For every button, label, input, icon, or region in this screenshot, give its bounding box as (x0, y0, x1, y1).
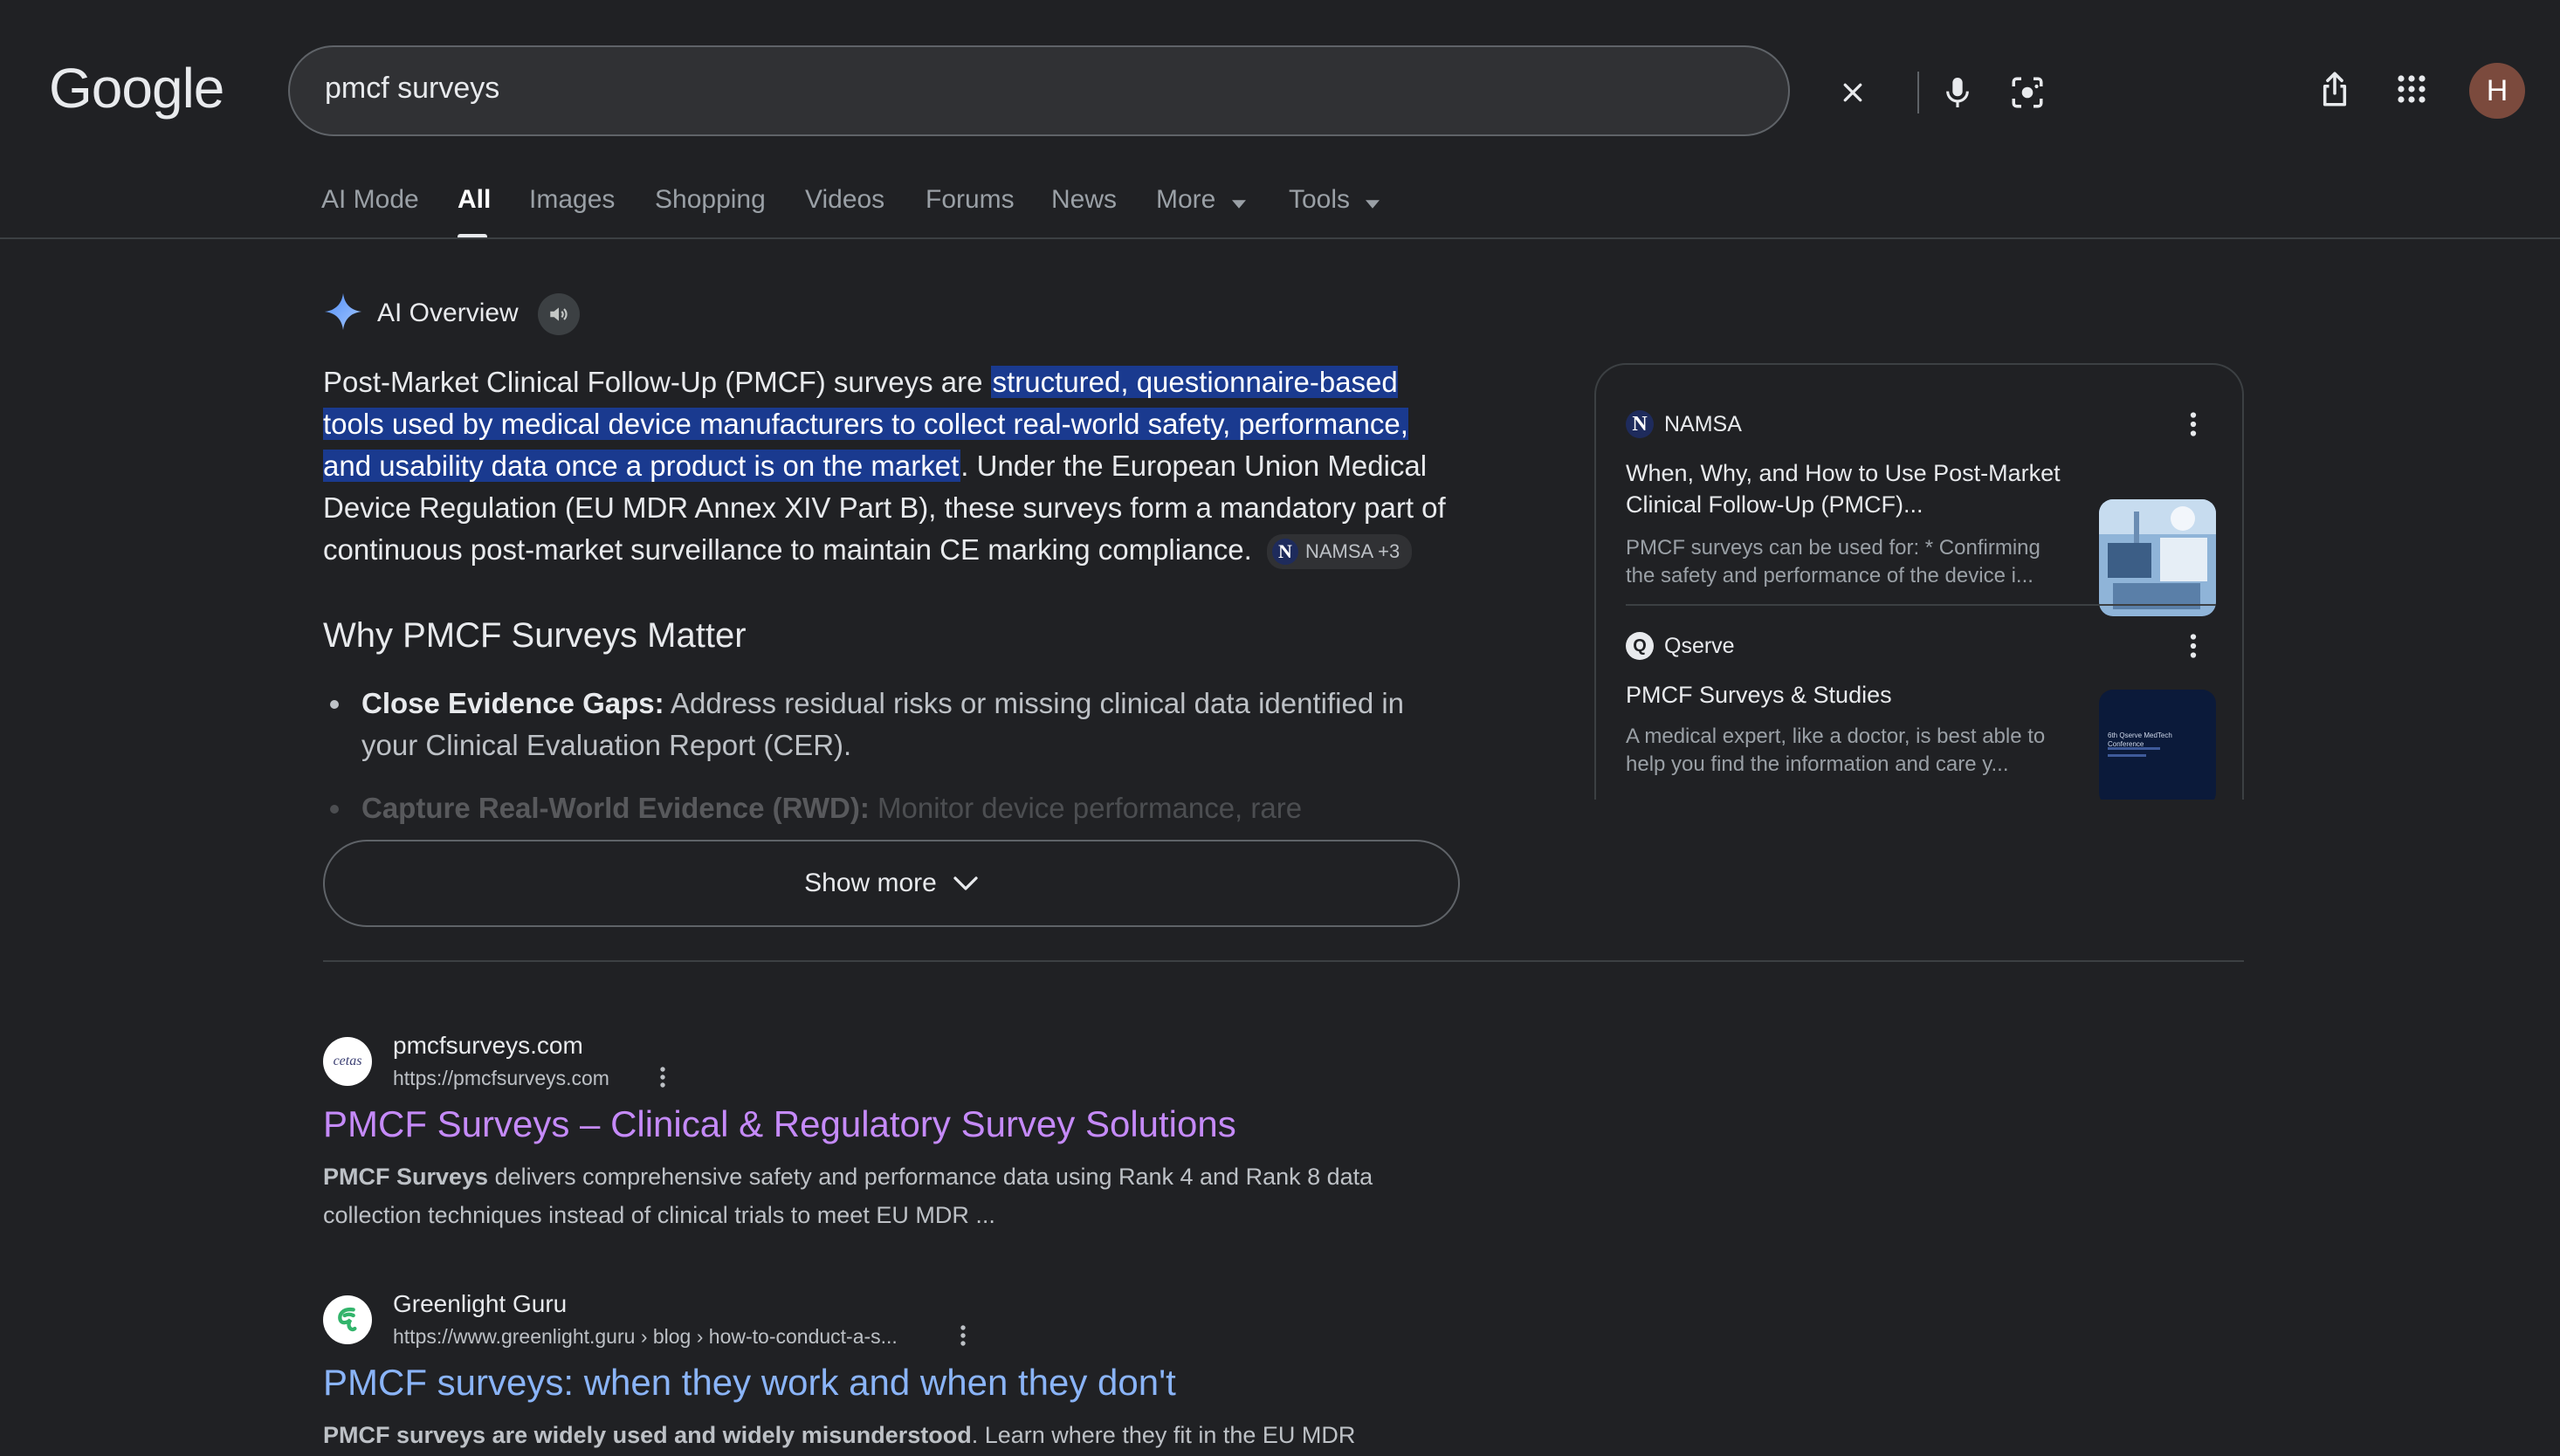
list-item: Capture Real-World Evidence (RWD): Monit… (323, 787, 1458, 829)
more-options-icon[interactable] (950, 1320, 976, 1351)
chevron-down-icon (953, 876, 978, 890)
ai-overview-header: AI Overview (323, 292, 519, 335)
search-box[interactable]: pmcf surveys (288, 45, 2043, 136)
source-snippet: PMCF surveys can be used for: * Confirmi… (1626, 536, 2040, 587)
snippet-text: . Learn where they fit in the EU MDR (971, 1422, 1356, 1448)
ai-intro-plain: Post-Market Clinical Follow-Up (PMCF) su… (323, 366, 991, 398)
more-options-icon[interactable] (2178, 630, 2209, 662)
apps-icon[interactable] (2385, 63, 2438, 115)
tab-forums[interactable]: Forums (926, 185, 1015, 215)
site-favicon[interactable] (323, 1295, 372, 1344)
caret-down-icon (1231, 186, 1246, 216)
section-divider (323, 960, 2244, 962)
show-more-label: Show more (804, 869, 937, 897)
thumbnail-decoration (2108, 747, 2160, 750)
tab-ai-mode[interactable]: AI Mode (321, 185, 419, 215)
result-title-link[interactable]: PMCF Surveys – Clinical & Regulatory Sur… (323, 1103, 1236, 1145)
ai-sources-panel: N NAMSA When, Why, and How to Use Post-M… (1594, 363, 2244, 800)
search-result: cetas pmcfsurveys.com https://pmcfsurvey… (323, 1032, 1502, 1238)
source-chip[interactable]: N NAMSA +3 (1267, 534, 1413, 570)
source-site-name: Qserve (1664, 633, 1735, 658)
result-snippet: PMCF Surveys delivers comprehensive safe… (323, 1157, 1467, 1234)
source-snippet: A medical expert, like a doctor, is best… (1626, 725, 2046, 776)
snippet-bold: PMCF Surveys (323, 1164, 489, 1190)
result-url[interactable]: https://pmcfsurveys.com (393, 1067, 609, 1090)
caret-down-icon (1366, 186, 1380, 216)
thumbnail-text: 6th Qserve MedTech Conference (2108, 731, 2172, 748)
source-site-name: NAMSA (1664, 411, 1742, 436)
search-input[interactable]: pmcf surveys (325, 72, 499, 106)
tab-tools[interactable]: Tools (1289, 185, 1380, 216)
source-site: N NAMSA (1626, 407, 2216, 442)
source-divider (1626, 604, 2216, 606)
greenlight-logo-icon (331, 1303, 364, 1336)
site-favicon[interactable]: cetas (323, 1037, 372, 1086)
result-site-name[interactable]: pmcfsurveys.com (393, 1032, 583, 1060)
result-title-link[interactable]: PMCF surveys: when they work and when th… (323, 1362, 1176, 1404)
source-title[interactable]: When, Why, and How to Use Post-Market Cl… (1626, 457, 2062, 520)
source-thumbnail[interactable] (2099, 499, 2216, 616)
bullet-bold: Capture Real-World Evidence (RWD): (361, 792, 870, 824)
tab-images[interactable]: Images (529, 185, 615, 215)
sparkle-icon (323, 292, 363, 336)
source-card[interactable]: Q Qserve PMCF Surveys & Studies A medica… (1626, 628, 2216, 800)
tab-news[interactable]: News (1051, 185, 1117, 215)
source-card[interactable]: N NAMSA When, Why, and How to Use Post-M… (1626, 407, 2216, 616)
tab-videos[interactable]: Videos (805, 185, 884, 215)
source-thumbnail[interactable]: 6th Qserve MedTech Conference (2099, 690, 2216, 800)
search-results-page: Google pmcf surveys H AI Mode All Images… (0, 0, 2560, 1456)
tab-shopping[interactable]: Shopping (655, 185, 766, 215)
tab-tools-label: Tools (1289, 185, 1351, 214)
tab-all[interactable]: All (458, 185, 491, 215)
tabs-divider (0, 237, 2560, 239)
search-result: Greenlight Guru https://www.greenlight.g… (323, 1290, 1502, 1456)
bullet-bold: Close Evidence Gaps: (361, 687, 664, 719)
show-more-button[interactable]: Show more (323, 840, 1460, 927)
microphone-icon[interactable] (1931, 66, 1984, 119)
clear-icon[interactable] (1827, 66, 1879, 119)
ai-overview-title: AI Overview (377, 299, 519, 327)
tab-more-label: More (1156, 185, 1216, 214)
more-options-icon[interactable] (2178, 409, 2209, 440)
ai-overview-text: Post-Market Clinical Follow-Up (PMCF) su… (323, 361, 1458, 571)
more-options-icon[interactable] (650, 1061, 676, 1093)
ai-bullet-list: Close Evidence Gaps: Address residual ri… (323, 683, 1458, 829)
tab-more[interactable]: More (1156, 185, 1246, 216)
result-site-name[interactable]: Greenlight Guru (393, 1290, 567, 1318)
result-snippet: PMCF surveys are widely used and widely … (323, 1416, 1467, 1454)
source-site: Q Qserve (1626, 628, 2216, 663)
share-icon[interactable] (2309, 63, 2361, 115)
lens-icon[interactable] (2001, 66, 2054, 119)
search-divider (1917, 72, 1919, 113)
snippet-bold: PMCF surveys are widely used and widely … (323, 1422, 972, 1448)
google-logo[interactable]: Google (49, 56, 224, 120)
speaker-icon[interactable] (538, 293, 580, 335)
ai-section-heading: Why PMCF Surveys Matter (323, 616, 747, 655)
qserve-logo-icon: Q (1626, 632, 1654, 660)
source-chip-label: NAMSA +3 (1305, 540, 1400, 563)
bullet-text: Monitor device performance, rare (869, 792, 1303, 824)
namsa-logo-icon: N (1626, 410, 1654, 438)
account-avatar[interactable]: H (2469, 63, 2525, 119)
source-title[interactable]: PMCF Surveys & Studies (1626, 679, 2062, 711)
favicon-text: cetas (333, 1054, 362, 1068)
list-item: Close Evidence Gaps: Address residual ri… (323, 683, 1458, 766)
result-url[interactable]: https://www.greenlight.guru › blog › how… (393, 1325, 898, 1349)
namsa-logo-icon: N (1272, 539, 1298, 566)
thumbnail-decoration (2108, 754, 2146, 757)
